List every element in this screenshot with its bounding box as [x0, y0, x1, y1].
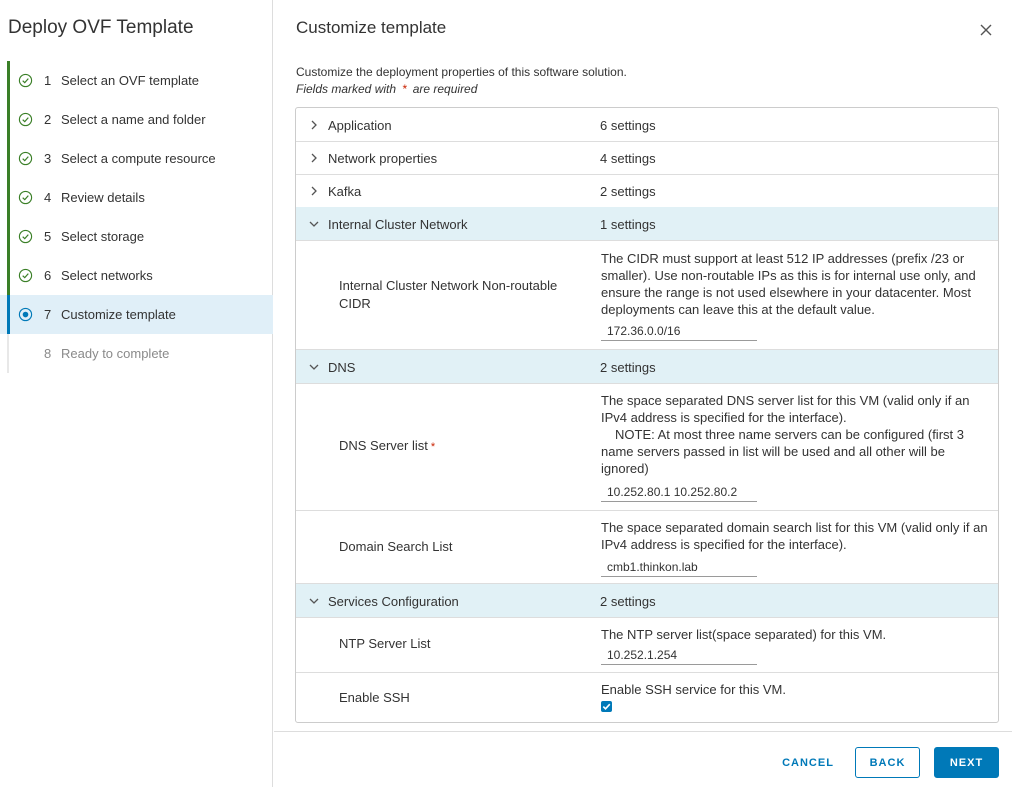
chevron-right-icon — [311, 153, 317, 163]
page-title: Customize template — [296, 18, 447, 37]
group-kafka[interactable]: Kafka 2 settings — [296, 174, 998, 208]
property-description: The space separated DNS server list for … — [601, 393, 970, 476]
step-select-storage[interactable]: 5 Select storage — [0, 217, 273, 256]
property-name: NTP Server List — [339, 636, 431, 651]
deploy-ovf-wizard: Deploy OVF Template 1 Select an OVF temp… — [0, 0, 1012, 787]
check-circle-icon — [18, 268, 33, 283]
step-label: Select a name and folder — [61, 112, 206, 127]
step-label: Select a compute resource — [61, 151, 216, 166]
step-number: 3 — [44, 151, 52, 166]
group-label: Network properties — [328, 151, 438, 166]
group-application[interactable]: Application 6 settings — [296, 108, 998, 142]
property-enable-ssh: Enable SSH Enable SSH service for this V… — [296, 673, 998, 722]
group-count: 6 settings — [600, 118, 656, 133]
group-services-configuration[interactable]: Services Configuration 2 settings — [296, 584, 998, 618]
check-circle-icon — [18, 73, 33, 88]
group-internal-cluster-network[interactable]: Internal Cluster Network 1 settings — [296, 207, 998, 241]
ntp-server-input[interactable] — [601, 645, 757, 665]
chevron-down-icon — [309, 221, 319, 227]
main-panel: Customize template Customize the deploym… — [274, 0, 1012, 787]
footer-divider — [274, 731, 1012, 732]
chevron-down-icon — [309, 598, 319, 604]
property-dns-server-list: DNS Server list * The space separated DNS… — [296, 384, 998, 511]
required-fields-note: Fields marked with * are required — [296, 82, 478, 96]
back-button[interactable]: BACK — [855, 747, 920, 778]
step-number: 2 — [44, 112, 52, 127]
properties-table: Application 6 settings Network propertie… — [295, 107, 999, 723]
property-internal-cidr: Internal Cluster Network Non-routable CI… — [296, 241, 998, 350]
property-description: Enable SSH service for this VM. — [601, 682, 786, 697]
group-label: Application — [328, 118, 392, 133]
property-name: Internal Cluster Network Non-routable CI… — [339, 278, 558, 311]
required-star: * — [430, 441, 436, 453]
required-star: * — [402, 82, 407, 96]
cidr-input[interactable] — [601, 321, 757, 341]
step-label: Select networks — [61, 268, 153, 283]
group-label: Kafka — [328, 184, 362, 199]
step-number: 7 — [44, 307, 52, 322]
step-label: Select storage — [61, 229, 145, 244]
step-review-details[interactable]: 4 Review details — [0, 178, 273, 217]
property-description: The NTP server list(space separated) for… — [601, 627, 887, 642]
domain-search-input[interactable] — [601, 557, 757, 577]
group-label: Internal Cluster Network — [328, 217, 468, 232]
step-select-ovf-template[interactable]: 1 Select an OVF template — [0, 61, 273, 100]
step-select-compute-resource[interactable]: 3 Select a compute resource — [0, 139, 273, 178]
group-label: Services Configuration — [328, 594, 459, 609]
check-circle-icon — [18, 151, 33, 166]
group-network-properties[interactable]: Network properties 4 settings — [296, 141, 998, 175]
step-label: Review details — [61, 190, 145, 205]
step-label: Customize template — [61, 307, 176, 322]
dns-server-input[interactable] — [601, 482, 757, 502]
step-number: 1 — [44, 73, 52, 88]
close-icon[interactable] — [978, 22, 994, 38]
chevron-right-icon — [311, 120, 317, 130]
wizard-title: Deploy OVF Template — [8, 17, 194, 38]
check-circle-icon — [18, 229, 33, 244]
step-select-name-folder[interactable]: 2 Select a name and folder — [0, 100, 273, 139]
next-button[interactable]: NEXT — [934, 747, 999, 778]
check-circle-icon — [18, 190, 33, 205]
cancel-button[interactable]: CANCEL — [772, 747, 844, 778]
chevron-down-icon — [309, 364, 319, 370]
wizard-steps: 1 Select an OVF template 2 Select a name… — [0, 61, 273, 373]
check-circle-icon — [18, 112, 33, 127]
page-description: Customize the deployment properties of t… — [296, 64, 627, 98]
step-number: 6 — [44, 268, 52, 283]
property-name: Enable SSH — [339, 690, 410, 705]
step-number: 8 — [44, 346, 52, 361]
group-dns[interactable]: DNS 2 settings — [296, 350, 998, 384]
wizard-sidebar: Deploy OVF Template 1 Select an OVF temp… — [0, 0, 273, 787]
property-description: The CIDR must support at least 512 IP ad… — [601, 251, 976, 317]
property-ntp-server-list: NTP Server List The NTP server list(spac… — [296, 618, 998, 673]
step-label: Select an OVF template — [61, 73, 200, 88]
step-ready-to-complete: 8 Ready to complete — [0, 334, 273, 373]
property-name: Domain Search List — [339, 539, 453, 554]
step-number: 5 — [44, 229, 52, 244]
group-count: 2 settings — [600, 594, 656, 609]
group-label: DNS — [328, 360, 356, 375]
step-number: 4 — [44, 190, 52, 205]
description-text: Customize the deployment properties of t… — [296, 65, 627, 79]
property-name: DNS Server list * — [339, 438, 436, 453]
step-label: Ready to complete — [61, 346, 170, 361]
group-count: 1 settings — [600, 217, 656, 232]
radio-dot-icon — [18, 307, 33, 322]
group-count: 2 settings — [600, 184, 656, 199]
group-count: 4 settings — [600, 151, 656, 166]
property-description: The space separated domain search list f… — [601, 520, 988, 552]
chevron-right-icon — [311, 186, 317, 196]
step-select-networks[interactable]: 6 Select networks — [0, 256, 273, 295]
step-customize-template[interactable]: 7 Customize template — [0, 295, 273, 334]
group-count: 2 settings — [600, 360, 656, 375]
property-domain-search-list: Domain Search List The space separated d… — [296, 511, 998, 584]
enable-ssh-checkbox[interactable] — [601, 701, 612, 712]
